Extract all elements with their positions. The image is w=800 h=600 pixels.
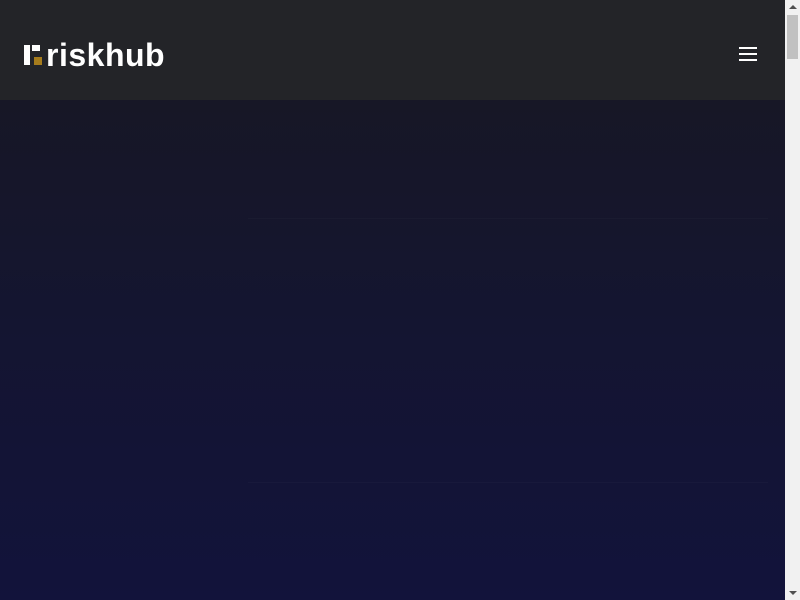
page: riskhub [0,0,785,600]
menu-line-icon [739,47,757,49]
logo-mark-bar [24,45,30,65]
scroll-up-icon[interactable] [785,0,800,15]
scroll-down-icon[interactable] [785,585,800,600]
vertical-scrollbar[interactable] [785,0,800,600]
hero-divider [248,482,768,483]
menu-line-icon [739,53,757,55]
hero-divider [248,218,768,219]
logo-mark-accent [34,57,42,65]
hero-section [0,100,785,600]
logo-mark-top [32,45,40,51]
scroll-thumb[interactable] [787,15,798,59]
logo-text: riskhub [46,37,166,73]
riskhub-logo-icon [24,45,43,67]
site-header: riskhub [0,0,785,100]
hamburger-menu-button[interactable] [736,44,760,66]
menu-line-icon [739,59,757,61]
site-logo[interactable]: riskhub [24,38,165,72]
